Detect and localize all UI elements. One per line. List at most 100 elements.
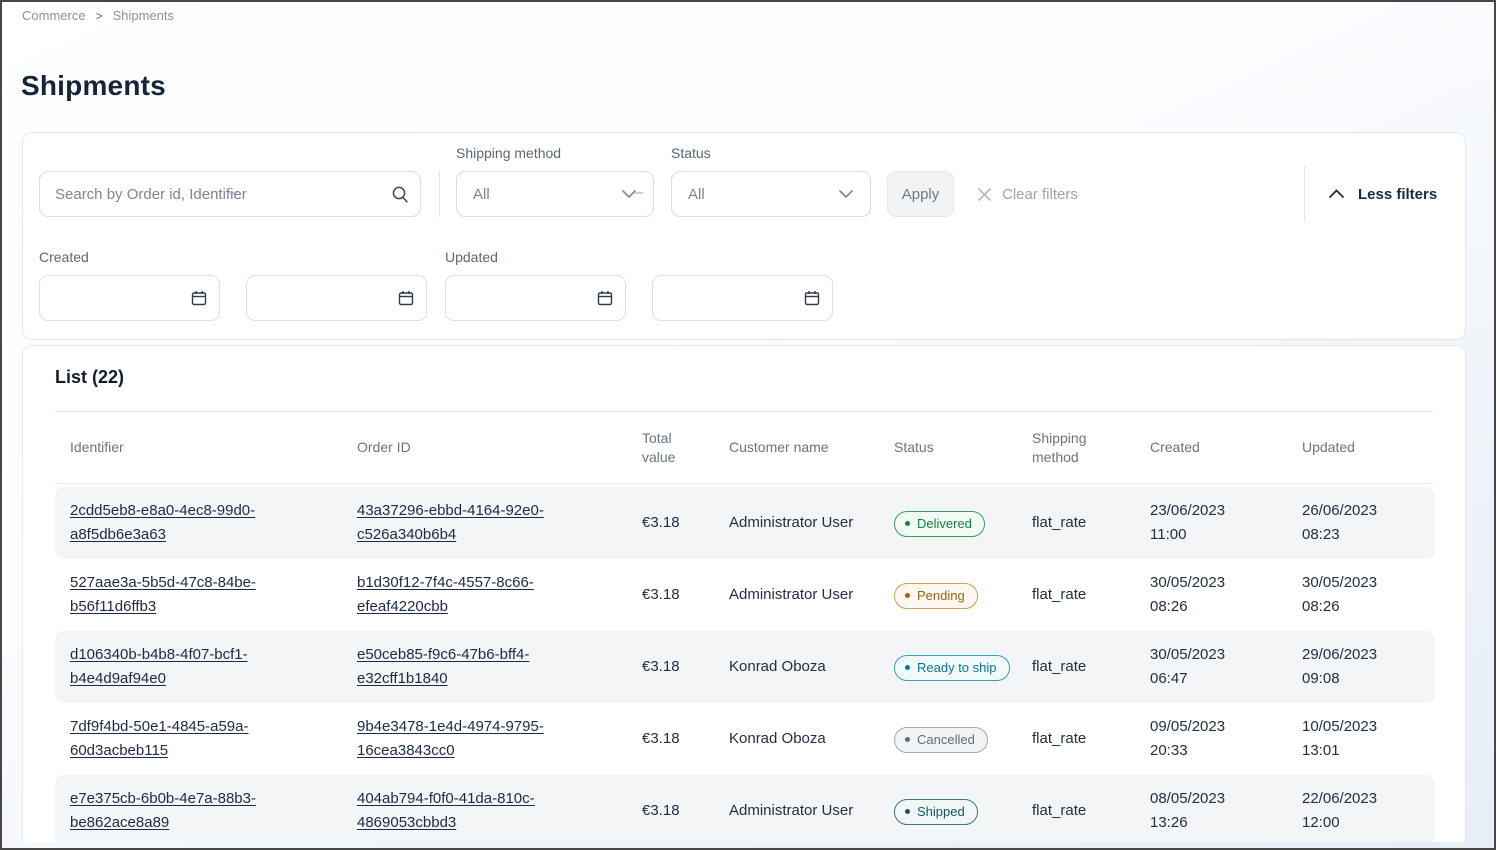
cell-shipping-method: flat_rate [1017,583,1135,607]
status-badge: Ready to ship [894,655,1010,681]
status-badge: Delivered [894,511,985,537]
status-badge-label: Cancelled [917,731,975,748]
created-filter-label: Created [39,249,89,265]
column-header-shipping-method: Shipping method [1017,429,1135,467]
status-badge: Cancelled [894,727,988,753]
cell-total-value: €3.18 [627,583,714,607]
cell-updated: 30/05/2023 08:26 [1287,571,1435,619]
chevron-down-icon [838,189,854,199]
table-header-divider [55,483,1433,484]
created-value: 30/05/2023 08:26 [1150,571,1245,619]
status-badge-label: Delivered [917,515,972,532]
order-id-link[interactable]: e50ceb85-f9c6-47b6-bff4-e32cff1b1840 [357,646,529,687]
updated-from-input[interactable] [445,275,626,321]
created-value: 08/05/2023 13:26 [1150,787,1245,835]
order-id-link[interactable]: 9b4e3478-1e4d-4974-9795-16cea3843cc0 [357,718,544,759]
updated-to-field[interactable] [653,290,792,307]
table-row: d106340b-b4b8-4f07-bcf1-b4e4d9af94e0 e50… [55,631,1435,703]
updated-from-field[interactable] [446,290,585,307]
search-icon[interactable] [380,172,420,216]
shipments-page: Commerce > Shipments Shipments Shipping … [0,0,1496,850]
identifier-link[interactable]: d106340b-b4b8-4f07-bcf1-b4e4d9af94e0 [70,646,248,687]
column-header-customer-name: Customer name [714,438,879,457]
status-dot-icon [905,521,910,526]
cell-updated: 10/05/2023 13:01 [1287,715,1435,763]
clear-filters-button[interactable]: Clear filters [977,171,1078,217]
created-from-field[interactable] [40,290,179,307]
filter-divider-2 [1304,166,1305,222]
less-filters-toggle[interactable]: Less filters [1328,171,1437,217]
updated-range-dash: – [635,184,643,201]
breadcrumb: Commerce > Shipments [22,8,174,23]
cell-total-value: €3.18 [627,511,714,535]
column-header-status: Status [879,438,1017,457]
page-title: Shipments [21,70,166,102]
less-filters-label: Less filters [1358,186,1437,203]
status-dot-icon [905,593,910,598]
cell-identifier: 7df9f4bd-50e1-4845-a59a-60d3acbeb115 [55,715,342,763]
identifier-link[interactable]: 7df9f4bd-50e1-4845-a59a-60d3acbeb115 [70,718,248,759]
cell-created: 30/05/2023 08:26 [1135,571,1287,619]
created-to-input[interactable] [246,275,427,321]
cell-customer-name: Administrator User [714,511,879,535]
created-to-field[interactable] [247,290,386,307]
shipping-method-label: Shipping method [456,145,561,161]
cell-status: Ready to ship [879,654,1017,681]
breadcrumb-shipments: Shipments [113,8,174,23]
status-dot-icon [905,809,910,814]
cell-customer-name: Administrator User [714,583,879,607]
cell-identifier: 527aae3a-5b5d-47c8-84be-b56f11d6ffb3 [55,571,342,619]
cell-order-id: e50ceb85-f9c6-47b6-bff4-e32cff1b1840 [342,643,627,691]
status-badge: Shipped [894,799,978,825]
cell-shipping-method: flat_rate [1017,655,1135,679]
search-input[interactable] [40,186,380,203]
column-header-order-id: Order ID [342,438,627,457]
cell-identifier: 2cdd5eb8-e8a0-4ec8-99d0-a8f5db6e3a63 [55,499,342,547]
table-row: 2cdd5eb8-e8a0-4ec8-99d0-a8f5db6e3a63 43a… [55,487,1435,559]
status-badge: Pending [894,583,978,609]
close-icon [977,187,992,202]
updated-value: 10/05/2023 13:01 [1302,715,1397,763]
cell-status: Shipped [879,798,1017,825]
column-header-total-value: Total value [627,429,714,467]
table-row: 7df9f4bd-50e1-4845-a59a-60d3acbeb115 9b4… [55,703,1435,775]
list-title: List (22) [55,367,124,388]
cell-customer-name: Konrad Oboza [714,655,879,679]
identifier-link[interactable]: 527aae3a-5b5d-47c8-84be-b56f11d6ffb3 [70,574,256,615]
cell-shipping-method: flat_rate [1017,727,1135,751]
identifier-link[interactable]: 2cdd5eb8-e8a0-4ec8-99d0-a8f5db6e3a63 [70,502,255,543]
created-value: 30/05/2023 06:47 [1150,643,1245,691]
cell-updated: 22/06/2023 12:00 [1287,787,1435,835]
order-id-link[interactable]: b1d30f12-7f4c-4557-8c66-efeaf4220cbb [357,574,534,615]
cell-total-value: €3.18 [627,799,714,823]
cell-status: Delivered [879,510,1017,537]
identifier-link[interactable]: e7e375cb-6b0b-4e7a-88b3-be862ace8a89 [70,790,256,831]
column-header-identifier: Identifier [55,438,342,457]
order-id-link[interactable]: 43a37296-ebbd-4164-92e0-c526a340b6b4 [357,502,544,543]
cell-created: 23/06/2023 11:00 [1135,499,1287,547]
cell-total-value: €3.18 [627,727,714,751]
cell-created: 30/05/2023 06:47 [1135,643,1287,691]
cell-identifier: d106340b-b4b8-4f07-bcf1-b4e4d9af94e0 [55,643,342,691]
cell-customer-name: Konrad Oboza [714,727,879,751]
status-badge-label: Pending [917,587,965,604]
updated-value: 29/06/2023 09:08 [1302,643,1397,691]
status-select[interactable]: All [671,171,871,217]
order-id-link[interactable]: 404ab794-f0f0-41da-810c-4869053cbbd3 [357,790,535,831]
cell-order-id: 43a37296-ebbd-4164-92e0-c526a340b6b4 [342,499,627,547]
calendar-icon [585,276,625,320]
created-from-input[interactable] [39,275,220,321]
cell-identifier: e7e375cb-6b0b-4e7a-88b3-be862ace8a89 [55,787,342,835]
updated-to-input[interactable] [652,275,833,321]
cell-shipping-method: flat_rate [1017,511,1135,535]
created-value: 09/05/2023 20:33 [1150,715,1245,763]
cell-order-id: 404ab794-f0f0-41da-810c-4869053cbbd3 [342,787,627,835]
apply-button[interactable]: Apply [887,171,954,217]
column-header-created: Created [1135,438,1287,457]
cell-updated: 29/06/2023 09:08 [1287,643,1435,691]
cell-total-value: €3.18 [627,655,714,679]
shipping-method-select[interactable]: All [456,171,654,217]
breadcrumb-commerce[interactable]: Commerce [22,8,86,23]
chevron-up-icon [1328,189,1345,199]
cell-updated: 26/06/2023 08:23 [1287,499,1435,547]
